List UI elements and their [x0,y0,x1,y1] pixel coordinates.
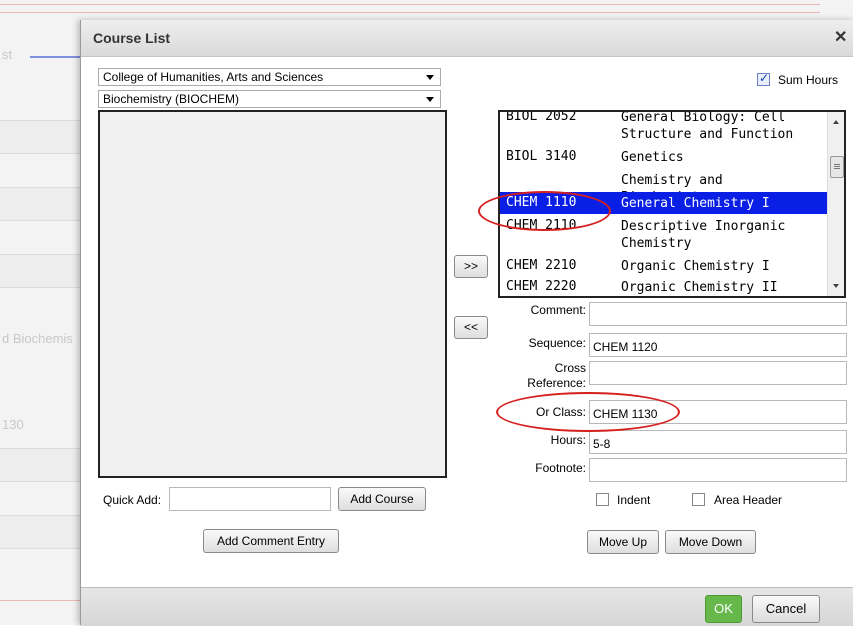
list-item[interactable]: Chemistry and Biochemistry: [500,168,827,205]
close-icon[interactable]: ✕ [834,27,847,47]
background-row [0,187,80,221]
background-divider [0,4,820,5]
add-to-list-button[interactable]: >> [454,255,488,278]
course-code: CHEM 2210 [506,258,577,273]
scroll-down-icon[interactable] [833,284,839,288]
course-list-dialog: Course List ✕ College of Humanities, Art… [80,20,853,626]
course-code: BIOL 3140 [506,149,577,164]
background-underline [30,56,80,58]
background-divider [0,12,820,13]
move-up-button[interactable]: Move Up [587,530,659,554]
list-item[interactable]: BIOL 3140 Genetics [500,146,827,168]
footnote-field[interactable] [589,458,847,482]
cross-reference-field[interactable] [589,361,847,385]
course-title: Organic Chemistry II [621,280,778,295]
or-class-label: Or Class: [535,405,586,419]
course-code: CHEM 2220 [506,279,577,294]
or-class-field[interactable]: CHEM 1130 [589,400,847,424]
sum-hours-label: Sum Hours [778,73,839,87]
comment-label: Comment: [530,303,586,317]
course-title: Genetics [621,150,684,165]
cancel-button[interactable]: Cancel [752,595,820,623]
background-row [0,515,80,549]
ok-button[interactable]: OK [705,595,742,623]
sequence-field[interactable]: CHEM 1120 [589,333,847,357]
cross-reference-label: Cross Reference: [527,361,586,390]
scroll-thumb[interactable] [830,156,844,178]
course-code: BIOL 2052 [506,110,577,124]
add-comment-entry-button[interactable]: Add Comment Entry [203,529,339,553]
footnote-label: Footnote: [535,461,586,475]
comment-field[interactable] [589,302,847,326]
hours-label: Hours: [550,433,586,447]
area-header-label: Area Header [714,493,783,507]
course-code: CHEM 2110 [506,218,577,233]
sum-hours-checkbox[interactable] [757,71,770,86]
sequence-label: Sequence: [528,336,586,350]
course-title: General Chemistry I [621,196,770,211]
course-title: Descriptive Inorganic Chemistry [621,219,786,251]
background-row [0,120,80,154]
program-select[interactable]: Biochemistry (BIOCHEM) [98,90,441,108]
background-row [0,448,80,482]
college-select-value: College of Humanities, Arts and Sciences [103,70,324,84]
dialog-footer: OK Cancel [81,587,853,626]
list-item[interactable]: CHEM 2210 Organic Chemistry I [500,255,827,277]
course-title: General Biology: Cell Structure and Func… [621,110,794,142]
remove-from-list-button[interactable]: << [454,316,488,339]
list-scrollbar[interactable] [827,112,844,296]
quick-add-input[interactable] [169,487,331,511]
selected-courses-list[interactable]: BIOL 2052 General Biology: Cell Structur… [498,110,846,298]
course-code: CHEM 1110 [506,195,577,210]
list-item[interactable]: CHEM 2110 Descriptive Inorganic Chemistr… [500,215,827,253]
list-item[interactable]: CHEM 2220 Organic Chemistry II [500,276,827,296]
move-down-button[interactable]: Move Down [665,530,756,554]
course-title: Organic Chemistry I [621,259,770,274]
chevron-down-icon [426,75,434,80]
chevron-down-icon [426,97,434,102]
quick-add-label: Quick Add: [103,493,162,507]
area-header-checkbox[interactable] [692,493,705,506]
background-divider [0,600,80,601]
available-courses-list[interactable] [98,110,447,478]
list-item-selected[interactable]: CHEM 1110 General Chemistry I [500,192,827,214]
scroll-up-icon[interactable] [833,120,839,124]
dialog-title: Course List [93,30,171,46]
background-row [0,254,80,288]
list-item[interactable]: BIOL 2052 General Biology: Cell Structur… [500,110,827,142]
background-text: d Biochemis [2,331,73,346]
hours-field[interactable]: 5-8 [589,430,847,454]
indent-label: Indent [617,493,651,507]
program-select-value: Biochemistry (BIOCHEM) [103,92,240,106]
dialog-titlebar: Course List ✕ [81,20,853,57]
background-text: st [2,47,13,62]
college-select[interactable]: College of Humanities, Arts and Sciences [98,68,441,86]
indent-checkbox[interactable] [596,493,609,506]
background-text: 130 [2,417,24,432]
add-course-button[interactable]: Add Course [338,487,426,511]
